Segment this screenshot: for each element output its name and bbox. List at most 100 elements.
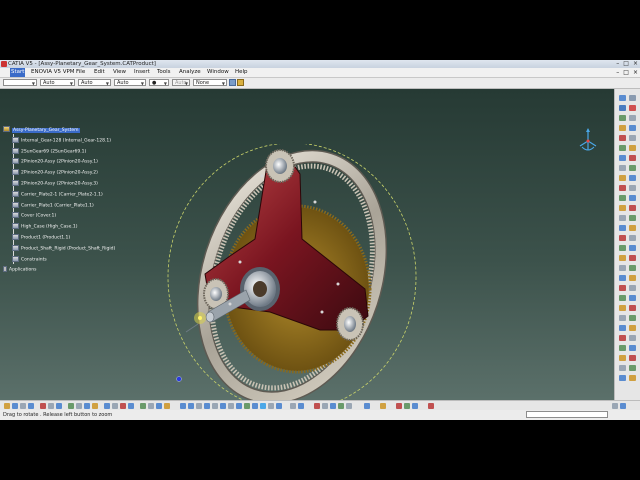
tool-icon[interactable] [92,403,98,409]
tool-icon[interactable] [619,215,626,221]
tool-icon[interactable] [629,245,636,251]
tree-item[interactable]: High_Case (High_Case.1) [12,223,77,231]
tool-icon[interactable] [20,403,26,409]
tree-item[interactable]: Product1 (Product1.1) [12,234,70,242]
menu-help[interactable]: Help [235,68,248,77]
tool-icon[interactable] [56,403,62,409]
tool-icon[interactable] [228,403,234,409]
tool-icon[interactable] [364,403,370,409]
tool-icon[interactable] [629,155,636,161]
fill-color-select[interactable]: ▼ [3,79,37,86]
transparency-select[interactable]: Auto ▼ [40,79,75,86]
tool-icon[interactable] [619,235,626,241]
menu-analyze[interactable]: Analyze [179,68,201,77]
point-type-select[interactable]: ● ▼ [149,79,169,86]
tool-icon[interactable] [619,255,626,261]
tree-item[interactable]: 2SunGear69 (2SunGear69.1) [12,147,86,156]
tool-icon[interactable] [244,403,250,409]
tool-icon[interactable] [619,355,626,361]
tool-icon[interactable] [220,403,226,409]
tool-icon[interactable] [629,325,636,331]
tool-icon[interactable] [619,105,626,111]
tool-icon[interactable] [140,403,146,409]
tool-icon[interactable] [629,185,636,191]
tool-icon[interactable] [252,403,258,409]
tool-icon[interactable] [619,245,626,251]
tool-icon[interactable] [629,175,636,181]
tool-icon[interactable] [290,403,296,409]
tool-icon[interactable] [620,403,626,409]
tool-icon[interactable] [619,115,626,121]
doc-close-button[interactable]: × [633,68,638,77]
tool-icon[interactable] [404,403,410,409]
3d-viewport[interactable]: Assy-Planetary_Gear_System Internal_Gear… [0,89,614,400]
tool-icon[interactable] [629,275,636,281]
properties-icon[interactable] [237,79,244,86]
tool-icon[interactable] [338,403,344,409]
planetary-gear-model[interactable] [150,144,440,400]
menu-file[interactable]: File [76,68,85,77]
maximize-button[interactable]: □ [623,60,629,68]
command-input[interactable] [526,411,608,418]
tool-icon[interactable] [412,403,418,409]
central-bearing[interactable] [240,267,280,311]
tree-item[interactable]: Product_Shaft_Rigid (Product_Shaft_Rigid… [12,244,115,253]
pinion-gear-top[interactable] [265,149,295,183]
doc-minimize-button[interactable]: – [616,68,619,77]
menu-insert[interactable]: Insert [134,68,150,77]
tool-icon[interactable] [629,215,636,221]
tree-item[interactable]: Constraints [12,255,47,264]
tool-icon[interactable] [629,235,636,241]
menu-start[interactable]: Start [10,68,26,77]
layer-auto-select[interactable]: Auto ▼ [172,79,190,86]
tool-icon[interactable] [629,125,636,131]
tool-icon[interactable] [330,403,336,409]
tool-icon[interactable] [236,403,242,409]
tool-icon[interactable] [84,403,90,409]
tool-icon[interactable] [619,165,626,171]
tool-icon[interactable] [619,195,626,201]
menu-view[interactable]: View [113,68,126,77]
tool-icon[interactable] [120,403,126,409]
tool-icon[interactable] [629,205,636,211]
tree-item[interactable]: 2Pinion20-Assy (2Pinion20-Assy.2) [12,169,98,177]
close-button[interactable]: × [633,60,638,68]
tool-icon[interactable] [40,403,46,409]
tree-item-applications[interactable]: Applications [3,266,37,274]
painter-icon[interactable] [229,79,236,86]
layer-select[interactable]: None ▼ [193,79,227,86]
tool-icon[interactable] [322,403,328,409]
tool-icon[interactable] [619,155,626,161]
tree-item[interactable]: Cover (Cover.1) [12,212,56,220]
tool-icon[interactable] [629,145,636,151]
tool-icon[interactable] [4,403,10,409]
tool-icon[interactable] [629,165,636,171]
menu-enovia[interactable]: ENOVIA V5 VPM [31,68,75,77]
tool-icon[interactable] [619,205,626,211]
tool-icon[interactable] [619,95,626,101]
tool-icon[interactable] [128,403,134,409]
compass-icon[interactable] [577,128,599,154]
tool-icon[interactable] [619,375,626,381]
tool-icon[interactable] [196,403,202,409]
tool-icon[interactable] [629,375,636,381]
tool-icon[interactable] [629,305,636,311]
tool-icon[interactable] [619,225,626,231]
tree-item[interactable]: Carrier_Plate2-1 (Carrier_Plate2-1.1) [12,190,103,199]
minimize-button[interactable]: – [616,60,619,68]
tool-icon[interactable] [268,403,274,409]
tool-icon[interactable] [380,403,386,409]
tool-icon[interactable] [629,345,636,351]
tool-icon[interactable] [619,345,626,351]
tool-icon[interactable] [619,145,626,151]
tool-icon[interactable] [164,403,170,409]
tool-icon[interactable] [68,403,74,409]
tool-icon[interactable] [612,403,618,409]
tool-icon[interactable] [314,403,320,409]
tool-icon[interactable] [629,355,636,361]
tool-icon[interactable] [629,365,636,371]
tool-icon[interactable] [619,295,626,301]
tool-icon[interactable] [619,335,626,341]
tool-icon[interactable] [619,365,626,371]
pinion-gear-bottom[interactable] [336,307,364,341]
